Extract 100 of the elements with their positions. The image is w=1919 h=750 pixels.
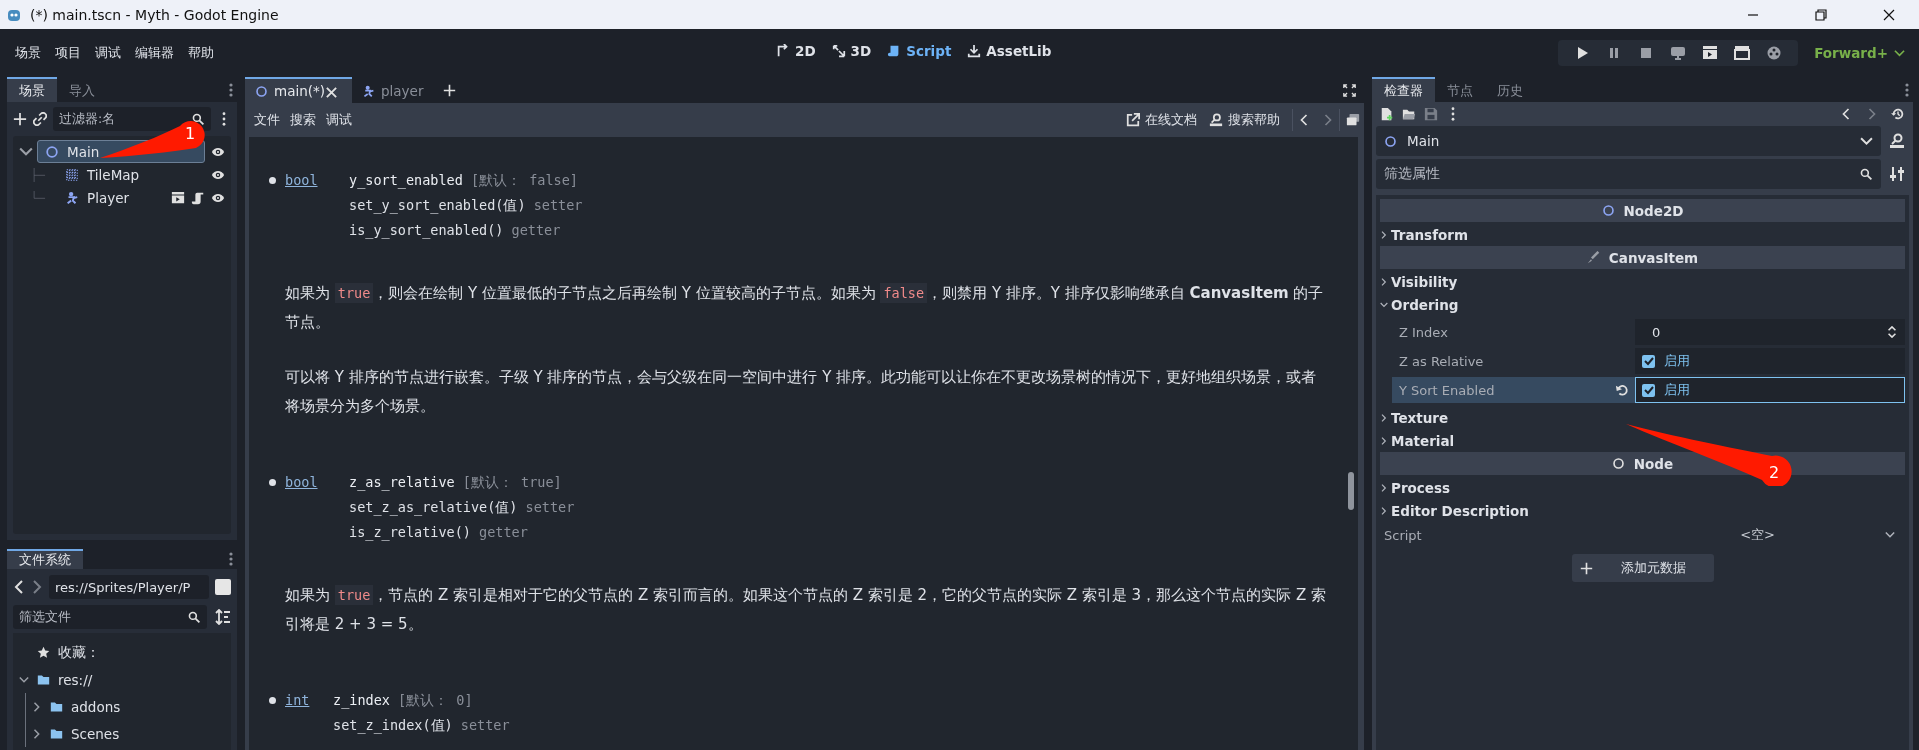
- file-tree-item[interactable]: Scenes: [71, 725, 120, 742]
- file-tree-item[interactable]: res://: [58, 671, 93, 688]
- dock-tab[interactable]: 文件系统: [7, 549, 83, 569]
- method-role: setter: [460, 717, 510, 733]
- link-icon[interactable]: [33, 112, 47, 126]
- property-label[interactable]: Z as Relative: [1380, 348, 1635, 374]
- film-reel-icon[interactable]: [1766, 45, 1783, 61]
- download-icon: [967, 44, 982, 58]
- checkbox[interactable]: [1642, 354, 1655, 368]
- category-header: Node2D: [1380, 199, 1905, 222]
- brush-icon: [1586, 251, 1600, 264]
- circle-icon: [1601, 204, 1615, 217]
- toolbar-link[interactable]: 在线文档: [1120, 111, 1203, 129]
- dock-menu-icon[interactable]: [1905, 82, 1909, 97]
- menu-item[interactable]: 编辑器: [128, 44, 181, 62]
- checkbox-field[interactable]: 启用: [1635, 377, 1905, 403]
- folder-icon: [36, 673, 51, 686]
- clapper-icon[interactable]: [1702, 45, 1719, 61]
- file-tree-item[interactable]: addons: [71, 698, 121, 715]
- script-tab[interactable]: main(*): [245, 77, 352, 103]
- add-tab-icon[interactable]: [443, 83, 457, 97]
- type-link[interactable]: bool: [285, 169, 349, 191]
- save-icon[interactable]: [1424, 107, 1438, 121]
- open-folder-icon[interactable]: [1402, 107, 1416, 121]
- property-label[interactable]: Y Sort Enabled: [1392, 377, 1635, 403]
- search-icon: [1860, 167, 1873, 181]
- new-resource-icon[interactable]: [1380, 107, 1394, 121]
- default-value: [默认： 0]: [398, 692, 473, 708]
- method-role: getter: [479, 524, 528, 540]
- search-icon: [188, 610, 201, 624]
- file-tree-item[interactable]: 收藏：: [58, 643, 100, 662]
- layout-toggle[interactable]: [215, 579, 231, 595]
- windows-icon[interactable]: [1346, 113, 1360, 127]
- back-icon[interactable]: [1841, 107, 1851, 121]
- filter-field[interactable]: 筛选属性: [1376, 159, 1881, 189]
- method-role: setter: [525, 499, 575, 515]
- dock-tab[interactable]: 节点: [1435, 77, 1485, 102]
- workspace-tab[interactable]: Script: [881, 39, 958, 63]
- chevron-right-icon: [1380, 506, 1388, 515]
- menu-item[interactable]: 调试: [321, 111, 357, 129]
- method-name: set_y_sort_enabled(值): [349, 197, 526, 213]
- chevron-right-icon: [1380, 436, 1388, 445]
- path-field[interactable]: res://Sprites/Player/P: [49, 575, 209, 599]
- monitor-icon[interactable]: [1670, 45, 1687, 61]
- menu-item[interactable]: 搜索: [285, 111, 321, 129]
- type-link[interactable]: int: [285, 689, 333, 711]
- sort-icon[interactable]: [215, 609, 231, 625]
- dock-tab[interactable]: 历史: [1485, 77, 1535, 102]
- history-icon[interactable]: [1891, 107, 1905, 121]
- chevron-right-icon: [1380, 483, 1388, 492]
- forward-icon[interactable]: [1867, 107, 1877, 121]
- toolbar-link[interactable]: 搜索帮助: [1203, 111, 1286, 129]
- spinner-arrows-icon: [1886, 326, 1898, 338]
- close-icon[interactable]: [1883, 8, 1895, 21]
- forward-icon[interactable]: [31, 580, 43, 594]
- property-label[interactable]: Z Index: [1380, 319, 1635, 345]
- dock-tab[interactable]: 检查器: [1372, 77, 1435, 102]
- dock-tab[interactable]: 场景: [7, 77, 57, 102]
- script-tab[interactable]: player: [352, 77, 434, 103]
- forward-icon[interactable]: [1323, 113, 1333, 127]
- object-selector[interactable]: Main: [1376, 126, 1881, 156]
- add-icon[interactable]: [13, 112, 27, 126]
- circle-icon: [1611, 457, 1625, 470]
- settings-icon[interactable]: [1889, 166, 1905, 182]
- clapperboard-icon[interactable]: [171, 190, 185, 205]
- search-icon: [192, 112, 205, 126]
- menu-item[interactable]: 帮助: [181, 44, 221, 62]
- workspace-tab[interactable]: AssetLib: [961, 39, 1058, 63]
- menu-item[interactable]: 项目: [48, 44, 88, 62]
- script-property[interactable]: Script <空>: [1380, 522, 1905, 548]
- doc-search-icon: [1209, 113, 1223, 127]
- menu-item[interactable]: 调试: [88, 44, 128, 62]
- number-field[interactable]: 0: [1635, 319, 1905, 345]
- dock-tab[interactable]: 导入: [57, 77, 107, 102]
- back-icon[interactable]: [13, 580, 25, 594]
- menu-item[interactable]: 场景: [8, 44, 48, 62]
- script-icon[interactable]: [191, 190, 205, 205]
- restore-icon[interactable]: [1815, 8, 1827, 21]
- description-text: 如果为 true ，节点的 Z 索引是相对于它的父节点的 Z 索引而言的。如果这个节点的 Z 索引是 2，它的父节点的实际 Z 索引是 3，那么这个节点的实际 Z 索引将是 2 + 3 = 5。: [285, 584, 1327, 635]
- menu-item[interactable]: 文件: [249, 111, 285, 129]
- type-link[interactable]: bool: [285, 471, 349, 493]
- back-icon[interactable]: [1299, 113, 1309, 127]
- clapper-icon[interactable]: [1734, 45, 1751, 61]
- plus-icon: [1579, 561, 1593, 575]
- tree-item[interactable]: TileMap: [57, 163, 205, 186]
- dock-menu-icon[interactable]: [229, 82, 233, 97]
- chevron-down-icon: [1885, 530, 1895, 540]
- checkbox[interactable]: [1642, 383, 1655, 397]
- tree-item[interactable]: Player: [57, 186, 165, 209]
- checkbox-field[interactable]: 启用: [1635, 348, 1905, 374]
- dock-menu-icon[interactable]: [229, 552, 233, 566]
- workspace-tab[interactable]: 2D: [770, 39, 822, 63]
- revert-icon[interactable]: [1615, 383, 1629, 397]
- doc-search-icon[interactable]: [1889, 133, 1905, 149]
- fullscreen-icon[interactable]: [1343, 83, 1356, 97]
- renderer-dropdown[interactable]: Forward+: [1808, 41, 1911, 65]
- filter-field[interactable]: 筛选文件: [13, 605, 207, 629]
- add-metadata-button[interactable]: 添加元数据: [1571, 554, 1714, 582]
- workspace-tab[interactable]: 3D: [825, 39, 878, 63]
- scrollbar-thumb[interactable]: [1348, 472, 1354, 510]
